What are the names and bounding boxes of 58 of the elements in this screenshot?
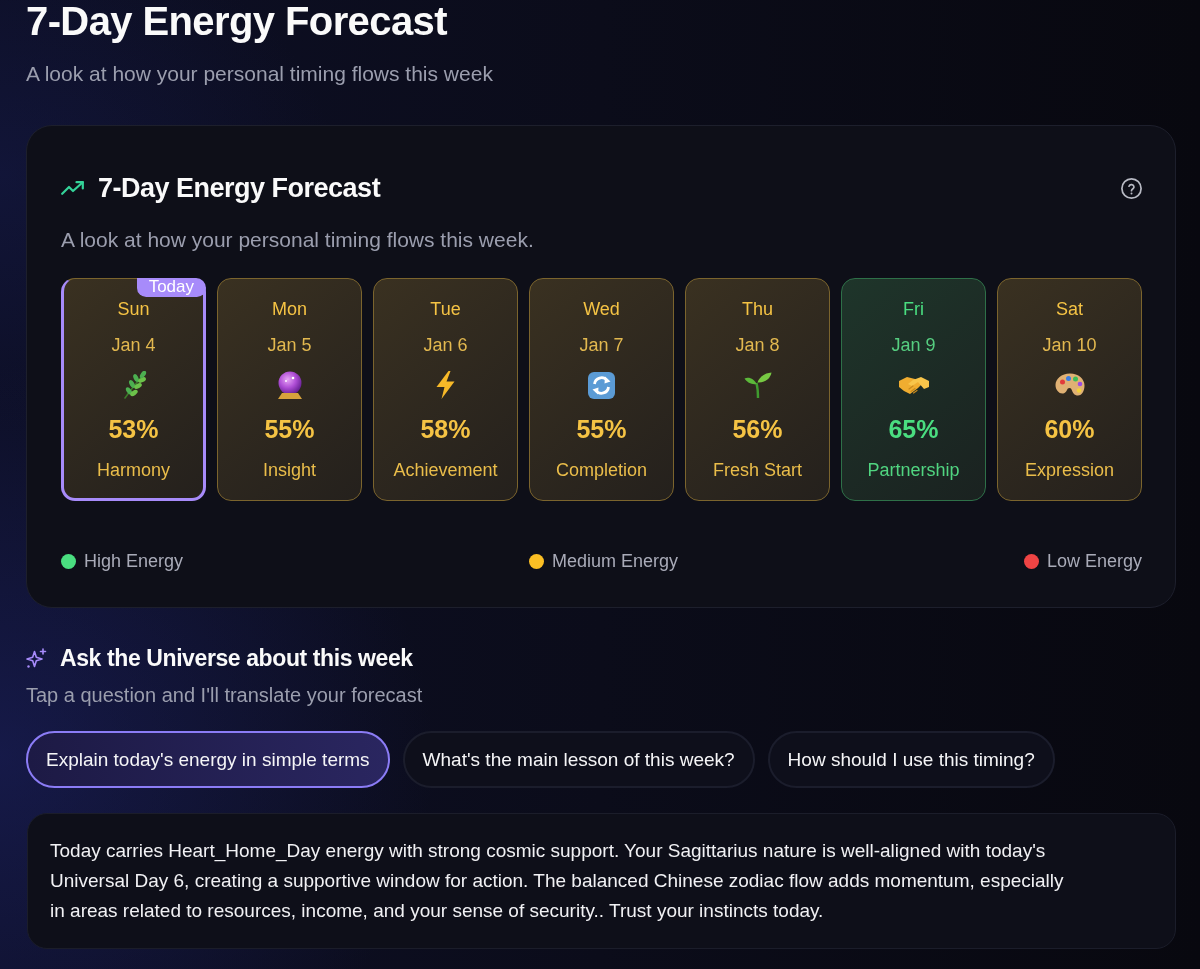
day-date: Jan 6 <box>423 334 468 357</box>
energy-percent: 55% <box>264 414 315 444</box>
energy-percent: 53% <box>108 414 159 444</box>
sparkle-icon <box>26 647 47 669</box>
refresh-icon <box>588 371 615 399</box>
day-card[interactable]: Today Sun Jan 4 53% Harmony <box>61 278 206 501</box>
day-theme: Partnership <box>867 459 960 482</box>
handshake-icon <box>898 374 929 396</box>
legend-label: Medium Energy <box>551 550 679 573</box>
question-chip[interactable]: Explain today's energy in simple terms <box>26 731 390 788</box>
day-theme: Achievement <box>393 459 498 482</box>
legend-label: Low Energy <box>1046 550 1142 573</box>
day-card[interactable]: Fri Jan 9 65% Partnership <box>841 278 986 501</box>
day-name: Thu <box>742 298 773 321</box>
day-date: Jan 10 <box>1042 334 1097 357</box>
day-card[interactable]: Tue Jan 6 58% Achievement <box>373 278 518 501</box>
page-title: 7-Day Energy Forecast <box>26 0 448 42</box>
day-card[interactable]: Mon Jan 5 55% Insight <box>217 278 362 501</box>
day-theme: Insight <box>262 459 316 482</box>
day-date: Jan 4 <box>111 334 156 357</box>
day-theme: Harmony <box>97 459 170 482</box>
card-subtitle: A look at how your personal timing flows this week. <box>61 229 535 251</box>
day-theme: Expression <box>1024 459 1114 482</box>
day-date: Jan 7 <box>579 334 624 357</box>
day-name: Sat <box>1056 298 1083 321</box>
palette-icon <box>1054 372 1085 398</box>
section-title: Ask the Universe about this week <box>60 644 413 672</box>
today-badge: Today <box>136 278 206 297</box>
day-name: Tue <box>430 298 461 321</box>
energy-percent: 55% <box>576 414 627 444</box>
help-icon[interactable] <box>1121 177 1142 199</box>
day-theme: Completion <box>555 459 647 482</box>
energy-percent: 60% <box>1044 414 1095 444</box>
lightning-icon <box>436 371 455 399</box>
day-theme: Fresh Start <box>713 459 802 482</box>
day-name: Wed <box>583 298 620 321</box>
legend-label: High Energy <box>84 550 184 573</box>
day-name: Sun <box>117 298 150 321</box>
day-date: Jan 8 <box>735 334 780 357</box>
day-date: Jan 9 <box>891 334 936 357</box>
day-name: Mon <box>272 298 307 321</box>
day-date: Jan 5 <box>267 334 312 357</box>
page-subtitle: A look at how your personal timing flows this week <box>26 62 494 86</box>
energy-percent: 58% <box>420 414 471 444</box>
answer-text: Today carries Heart_Home_Day energy with strong cosmic support. Your Sagittarius nature is well-aligned with today's Universal Day 6, creating a supportive window for action. The balanced Chinese zodiac flow adds momentum, especially in areas related to resources, income, and your sense of security.. Trust your instincts today. <box>50 839 1065 923</box>
day-card[interactable]: Wed Jan 7 55% Completion <box>529 278 674 501</box>
trend-up-icon <box>61 181 84 195</box>
crystal-ball-icon <box>276 371 303 399</box>
seedling-icon <box>743 372 772 398</box>
day-card[interactable]: Sat Jan 10 60% Expression <box>997 278 1142 501</box>
day-name: Fri <box>903 298 924 321</box>
question-chip[interactable]: How should I use this timing? <box>767 731 1055 788</box>
energy-percent: 65% <box>888 414 939 444</box>
question-chip[interactable]: What's the main lesson of this week? <box>402 731 755 788</box>
card-title: 7-Day Energy Forecast <box>98 172 381 204</box>
energy-percent: 56% <box>732 414 783 444</box>
day-card[interactable]: Thu Jan 8 56% Fresh Start <box>685 278 830 501</box>
section-subtitle: Tap a question and I'll translate your forecast <box>26 684 424 706</box>
